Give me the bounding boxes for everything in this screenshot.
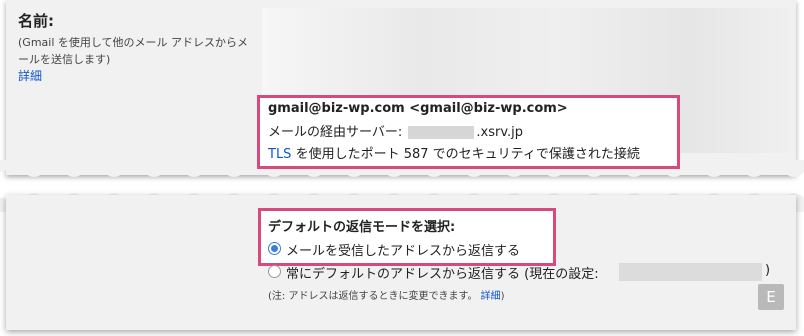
name-note: (Gmail を使用して他のメール アドレスからメールを送信します) bbox=[18, 36, 249, 66]
redacted-server bbox=[408, 126, 475, 139]
reply-note-text: (注: アドレスは返信するときに変更できます。 bbox=[268, 291, 478, 302]
radio-reply-from-default[interactable] bbox=[268, 265, 281, 278]
reply-option-2-suffix: ) bbox=[765, 263, 771, 278]
reply-note-suffix: ) bbox=[500, 291, 505, 302]
name-label: 名前: bbox=[18, 12, 54, 30]
detail-link[interactable]: 詳細 bbox=[18, 67, 42, 84]
tls-text: を使用したポート 587 でのセキュリティで保護された接続 bbox=[295, 147, 640, 162]
reply-option-2-label: 常にデフォルトのアドレスから返信する (現在の設定: bbox=[286, 267, 599, 282]
radio-reply-from-received[interactable] bbox=[268, 242, 281, 255]
reply-mode-title: デフォルトの返信モードを選択: bbox=[268, 220, 456, 235]
relay-server-row: メールの経由サーバー: .xsrv.jp bbox=[268, 121, 523, 140]
tls-row: TLS を使用したポート 587 でのセキュリティで保護された接続 bbox=[268, 143, 640, 162]
reply-note-link[interactable]: 詳細 bbox=[481, 291, 501, 302]
redacted-current-setting bbox=[619, 263, 762, 281]
reply-note: (注: アドレスは返信するときに変更できます。 詳細) bbox=[268, 287, 505, 302]
e-badge: E bbox=[758, 284, 784, 310]
relay-domain: .xsrv.jp bbox=[476, 125, 524, 140]
reply-option-1-label: メールを受信したアドレスから返信する bbox=[286, 244, 521, 259]
sender-address: gmail@biz-wp.com <gmail@biz-wp.com> bbox=[268, 101, 568, 116]
relay-server-label: メールの経由サーバー: bbox=[268, 125, 403, 140]
tls-link[interactable]: TLS bbox=[268, 147, 291, 162]
